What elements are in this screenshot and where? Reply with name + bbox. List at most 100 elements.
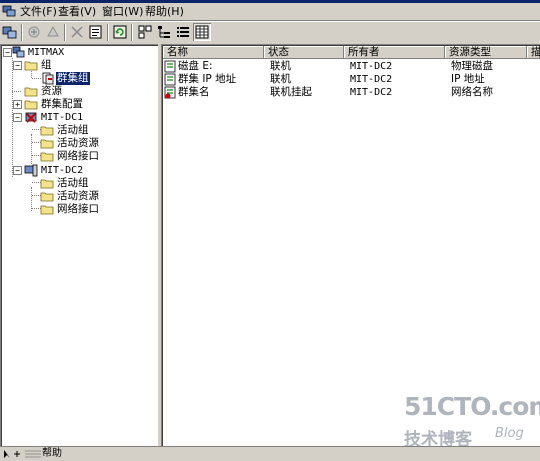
folder-icon: [40, 179, 54, 189]
open-connection-button[interactable]: [1, 23, 19, 41]
bring-online-button[interactable]: [25, 23, 43, 41]
tree-label: 网络接口: [57, 203, 99, 215]
tree-item-root[interactable]: − MITMAX: [0, 46, 150, 59]
tree-item-dc1-network-interfaces[interactable]: 网络接口: [0, 150, 150, 163]
toolbar-separator: [21, 24, 22, 41]
cluster-admin-app-icon[interactable]: [2, 4, 16, 18]
cell-name: 群集名: [178, 86, 210, 98]
tree-item-resources[interactable]: 资源: [0, 85, 150, 98]
status-arrow-icon: [4, 450, 10, 458]
view-tree-button[interactable]: [155, 23, 173, 41]
properties-button[interactable]: [87, 23, 105, 41]
tree-item-node-dc1[interactable]: − MIT-DC1: [0, 111, 150, 124]
column-header-description[interactable]: 描: [527, 46, 540, 59]
cluster-icon: [12, 46, 25, 58]
tree-label: 资源: [41, 85, 62, 97]
view-large-icons-button[interactable]: [136, 23, 154, 41]
list-view-icon: [177, 27, 189, 37]
tree-item-dc1-active-resources[interactable]: 活动资源: [0, 137, 150, 150]
tree-label: 活动组: [57, 124, 89, 136]
expand-toggle[interactable]: +: [13, 100, 22, 109]
toolbar-separator: [64, 24, 65, 41]
take-offline-button[interactable]: [44, 23, 62, 41]
tree-item-node-dc2[interactable]: − MIT-DC2: [0, 164, 150, 177]
column-header-resource-type[interactable]: 资源类型: [445, 46, 527, 59]
collapse-toggle[interactable]: −: [13, 166, 22, 175]
properties-icon: [89, 25, 102, 39]
status-bar: 帮助: [0, 446, 540, 461]
cell-name: 群集 IP 地址: [178, 73, 237, 85]
status-help-text: 帮助: [42, 448, 62, 459]
collapse-toggle[interactable]: −: [13, 61, 22, 70]
tree-label: 网络接口: [57, 150, 99, 162]
column-header-name[interactable]: 名称: [163, 46, 264, 59]
list-row[interactable]: 群集名 联机挂起 MIT-DC2 网络名称: [163, 86, 540, 99]
tree-item-cluster-group[interactable]: 群集组: [0, 72, 150, 85]
menu-help[interactable]: 帮助(H): [145, 5, 184, 19]
cell-type: 物理磁盘: [451, 60, 493, 72]
delete-button[interactable]: [68, 23, 86, 41]
details-view-icon: [195, 25, 209, 39]
tree-label: 活动资源: [57, 137, 99, 149]
server-icon: [24, 164, 38, 177]
toolbar: [0, 22, 540, 44]
column-header-status[interactable]: 状态: [264, 46, 344, 59]
tree-item-groups[interactable]: − 组: [0, 59, 150, 72]
cell-status: 联机挂起: [270, 86, 312, 98]
tree-label: MITMAX: [28, 47, 65, 58]
tree-label: 群集配置: [41, 98, 83, 110]
toolbar-separator: [107, 24, 108, 41]
tree-label: 活动资源: [57, 190, 99, 202]
cell-name: 磁盘 E:: [178, 60, 213, 72]
bring-online-icon: [28, 26, 40, 38]
resource-list-pane[interactable]: 名称 状态 所有者 资源类型 描 磁盘 E: 联机 MIT-DC2 物理磁盘 群…: [161, 44, 540, 446]
ip-resource-icon: [164, 73, 176, 86]
tree-label: 组: [41, 59, 52, 71]
folder-icon: [24, 100, 38, 110]
folder-icon: [24, 61, 38, 71]
folder-icon: [40, 152, 54, 162]
tree-item-dc1-active-groups[interactable]: 活动组: [0, 124, 150, 137]
list-row[interactable]: 磁盘 E: 联机 MIT-DC2 物理磁盘: [163, 60, 540, 73]
menu-file[interactable]: 文件(F): [20, 5, 57, 19]
large-icons-view-icon: [138, 25, 152, 39]
folder-icon: [24, 87, 38, 97]
cell-owner: MIT-DC2: [350, 61, 393, 72]
tree-item-dc2-network-interfaces[interactable]: 网络接口: [0, 203, 150, 216]
cell-owner: MIT-DC2: [350, 74, 393, 85]
tree-item-dc2-active-resources[interactable]: 活动资源: [0, 190, 150, 203]
view-details-button[interactable]: [193, 23, 211, 41]
watermark-logo: 51CTO.com: [404, 392, 540, 421]
column-header-owner[interactable]: 所有者: [344, 46, 445, 59]
folder-icon: [40, 192, 54, 202]
menu-window[interactable]: 窗口(W): [102, 5, 143, 19]
tree-label: 活动组: [57, 177, 89, 189]
tree-item-cluster-config[interactable]: + 群集配置: [0, 98, 150, 111]
cluster-tree-pane[interactable]: − MITMAX − 组 群集组 资源 + 群集配置 − MIT-DC1 活动组…: [0, 44, 158, 446]
cell-status: 联机: [270, 60, 291, 72]
tree-label: MIT-DC1: [41, 112, 84, 123]
folder-icon: [40, 126, 54, 136]
server-offline-icon: [25, 112, 37, 123]
collapse-toggle[interactable]: −: [3, 48, 12, 57]
folder-icon: [40, 205, 54, 215]
delete-icon: [71, 26, 83, 38]
view-list-button[interactable]: [174, 23, 192, 41]
menu-view[interactable]: 查看(V): [58, 5, 96, 19]
toolbar-separator: [131, 24, 132, 41]
tree-item-dc2-active-groups[interactable]: 活动组: [0, 177, 150, 190]
site-watermark: 51CTO.com 技术博客 Blog: [404, 392, 540, 450]
collapse-toggle[interactable]: −: [13, 113, 22, 122]
refresh-button[interactable]: [111, 23, 129, 41]
list-row[interactable]: 群集 IP 地址 联机 MIT-DC2 IP 地址: [163, 73, 540, 86]
network-name-pending-icon: [164, 86, 176, 99]
tree-label: MIT-DC2: [41, 165, 84, 176]
menu-bar: 文件(F) 查看(V) 窗口(W) 帮助(H): [0, 3, 540, 20]
cell-status: 联机: [270, 73, 291, 85]
cluster-connect-icon: [2, 26, 17, 39]
tree-view-icon: [158, 26, 170, 38]
cell-owner: MIT-DC2: [350, 87, 393, 98]
watermark-blog: Blog: [495, 426, 524, 441]
cluster-group-icon: [42, 72, 54, 85]
refresh-icon: [113, 25, 127, 39]
